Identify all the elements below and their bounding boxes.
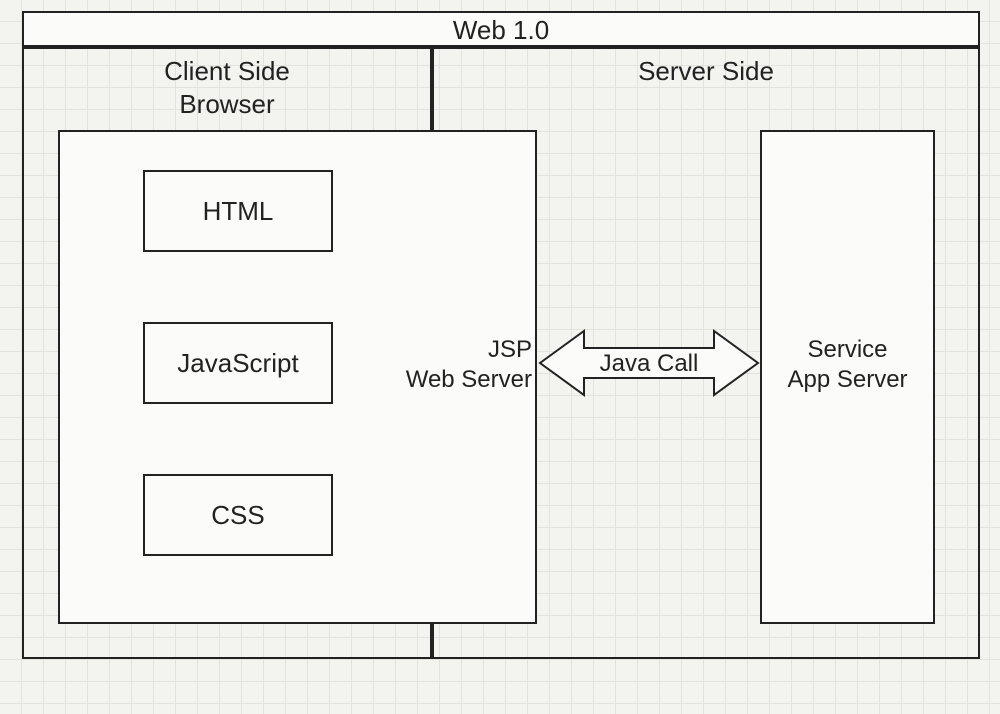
server-side-heading: Server Side (432, 55, 980, 88)
jsp-web-server-label: JSPWeb Server (380, 335, 532, 395)
tech-label-css: CSS (143, 499, 333, 532)
java-call-label: Java Call (560, 349, 738, 379)
service-app-server-label: ServiceApp Server (760, 335, 935, 395)
tech-label-html: HTML (143, 195, 333, 228)
client-side-heading: Client SideBrowser (22, 55, 432, 120)
tech-label-javascript: JavaScript (143, 347, 333, 380)
diagram-title: Web 1.0 (22, 14, 980, 47)
